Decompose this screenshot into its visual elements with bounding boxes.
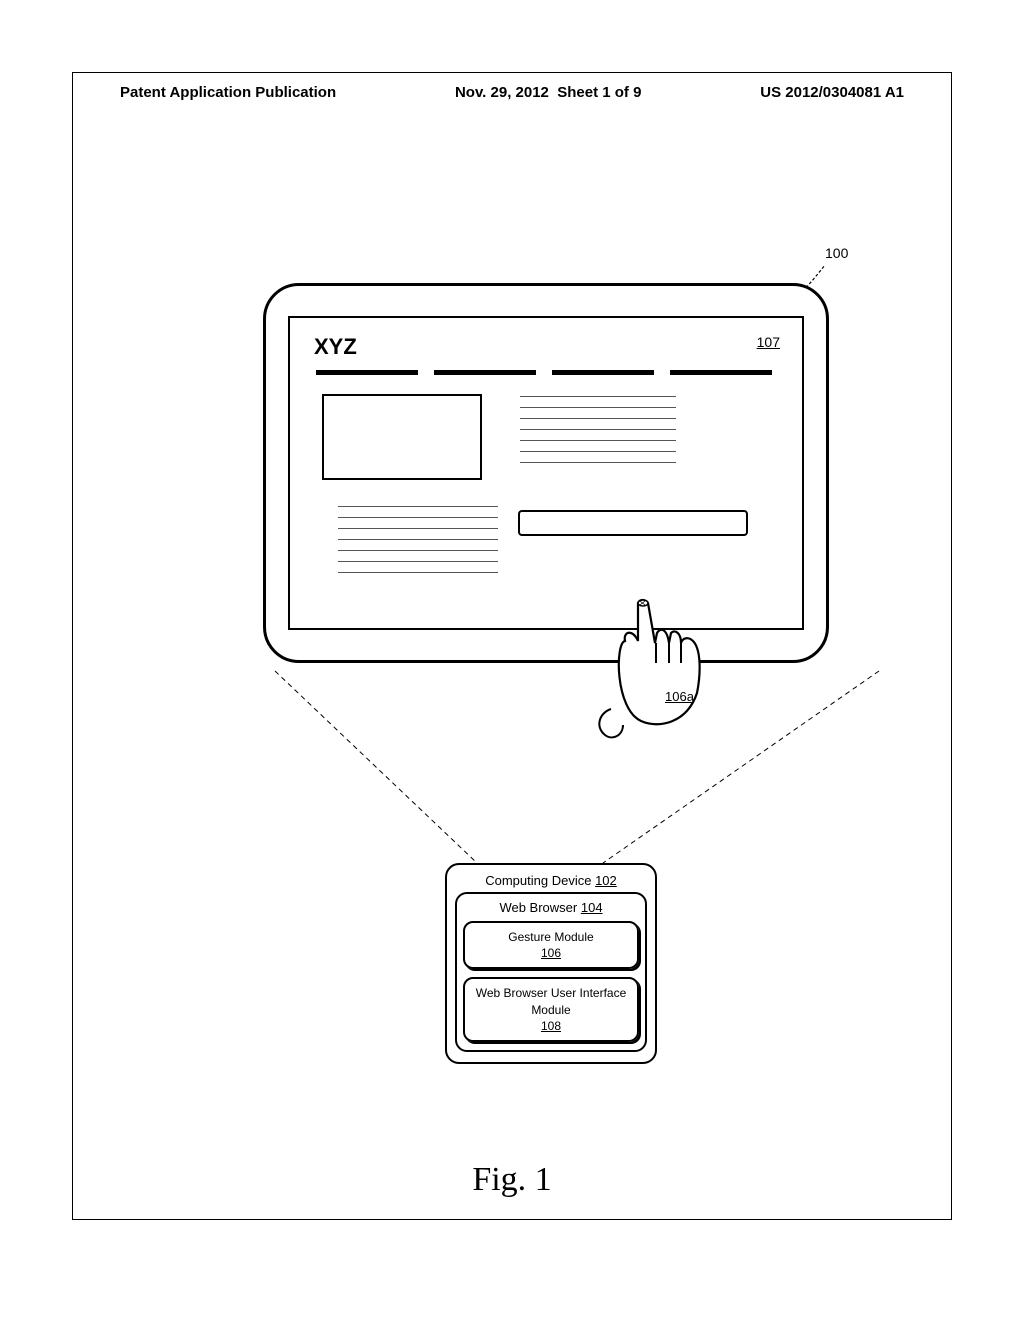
- nav-tabs-placeholder: [316, 370, 772, 376]
- ui-module-box: Web Browser User Interface Module 108: [463, 977, 639, 1042]
- web-browser-label: Web Browser 104: [463, 900, 639, 915]
- page-frame: 100 XYZ 107: [72, 72, 952, 1220]
- reference-107: 107: [757, 334, 780, 350]
- image-placeholder: [322, 394, 482, 480]
- tablet-screen: XYZ 107: [288, 316, 804, 630]
- computing-device-label: Computing Device 102: [455, 873, 647, 888]
- hand-pointer-icon: [593, 593, 723, 743]
- webpage-title: XYZ: [314, 334, 357, 360]
- computing-device-box: Computing Device 102 Web Browser 104 Ges…: [445, 863, 657, 1064]
- dashed-line-left: [271, 667, 541, 867]
- figure-label: Fig. 1: [73, 1161, 951, 1199]
- text-block-2: [338, 506, 498, 583]
- web-browser-box: Web Browser 104 Gesture Module 106 Web B…: [455, 892, 647, 1052]
- tablet-device: XYZ 107: [263, 283, 829, 663]
- reference-106a: 106a: [665, 689, 694, 704]
- gesture-module-box: Gesture Module 106: [463, 921, 639, 969]
- input-bar-placeholder: [518, 510, 748, 536]
- text-block-1: [520, 396, 676, 473]
